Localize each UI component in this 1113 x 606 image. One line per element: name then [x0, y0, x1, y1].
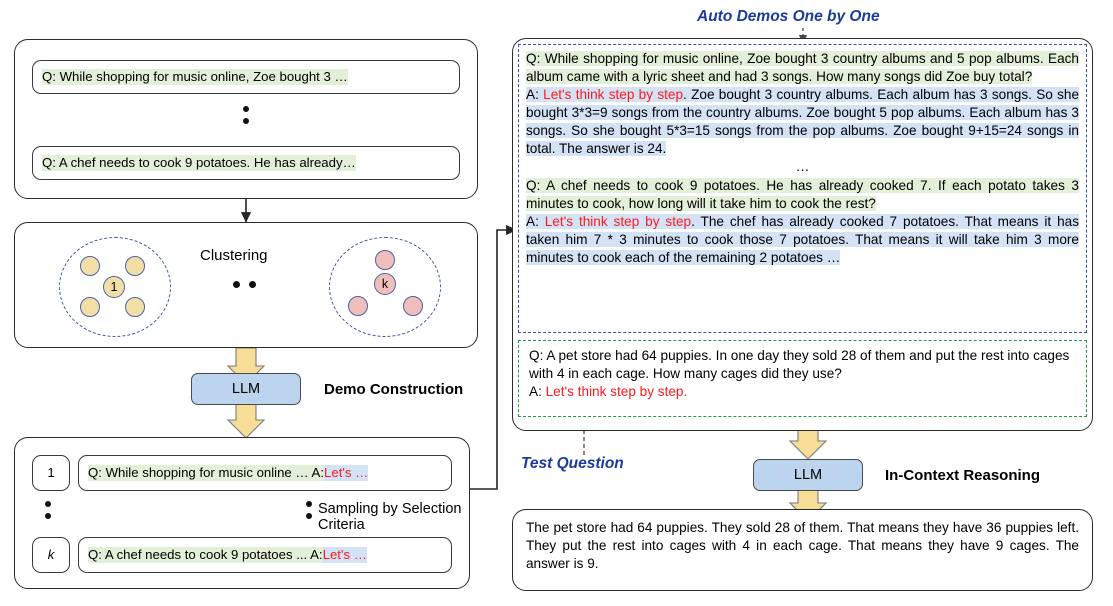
questions-pool-box: Q: While shopping for music online, Zoe …: [14, 39, 478, 199]
question-chip-text: Q: A chef needs to cook 9 potatoes. He h…: [42, 154, 356, 172]
cluster-k-label: k: [381, 277, 389, 291]
sample-row-question: Q: A chef needs to cook 9 potatoes ... A…: [88, 546, 323, 564]
demo-answer: A: Let's think step by step. Zoe bought …: [526, 86, 1080, 158]
demo-question-text: Q: A chef needs to cook 9 potatoes. He h…: [526, 177, 1079, 211]
clustering-box: 1 k Clustering: [14, 222, 478, 348]
auto-demos-box: Q: While shopping for music online, Zoe …: [518, 44, 1087, 333]
cluster-1-point: [80, 256, 100, 276]
cluster-k-point: [403, 296, 423, 316]
diagram-canvas: Q: While shopping for music online, Zoe …: [0, 0, 1113, 606]
model-output-text: The pet store had 64 puppies. They sold …: [526, 520, 1079, 572]
test-question-text: Q: A pet store had 64 puppies. In one da…: [529, 348, 1070, 382]
demo-question: Q: A chef needs to cook 9 potatoes. He h…: [526, 177, 1079, 213]
test-question-box: Q: A pet store had 64 puppies. In one da…: [518, 340, 1087, 417]
test-question-label: Test Question: [521, 455, 624, 472]
cluster-1-point: [80, 297, 100, 317]
cot-trigger: Let's think step by step: [543, 87, 684, 103]
sample-index-label: k: [47, 546, 55, 562]
cluster-k-point: [375, 250, 395, 270]
llm-box-in-context-reasoning[interactable]: LLM: [753, 459, 863, 491]
demo-question: Q: While shopping for music online, Zoe …: [526, 50, 1079, 86]
sample-row-answer: Let's …: [322, 546, 367, 564]
vertical-ellipsis: [243, 106, 249, 124]
model-output-box: The pet store had 64 puppies. They sold …: [512, 509, 1093, 591]
llm-label: LLM: [793, 467, 823, 483]
question-chip[interactable]: Q: A chef needs to cook 9 potatoes. He h…: [32, 146, 460, 180]
llm-label: LLM: [231, 381, 261, 397]
clustering-label: Clustering: [200, 247, 268, 264]
sample-row-chip[interactable]: Q: A chef needs to cook 9 potatoes ... A…: [78, 537, 452, 573]
demo-separator-ellipsis: …: [795, 158, 810, 175]
cot-trigger: Let's think step by step: [544, 214, 692, 230]
cluster-1-point: [125, 297, 145, 317]
cluster-1-label: 1: [110, 280, 118, 294]
test-answer-line: A: Let's think step by step.: [529, 384, 688, 400]
cluster-k-centroid: k: [374, 273, 396, 295]
sample-row-answer: Let's …: [324, 464, 369, 482]
cluster-ellipsis: [233, 281, 256, 288]
vertical-ellipsis: [45, 501, 51, 519]
cluster-1-centroid: 1: [103, 276, 125, 298]
yellow-arrow-llm-to-sampling: [226, 403, 266, 439]
demo-answer-text: A: Let's think step by step. Zoe bought …: [526, 87, 1080, 157]
sampling-criteria-label: Sampling by Selection Criteria: [318, 501, 462, 533]
in-context-reasoning-label: In-Context Reasoning: [885, 467, 1041, 484]
auto-demos-title: Auto Demos One by One: [697, 8, 880, 25]
demo-construction-label: Demo Construction: [324, 381, 464, 398]
cot-trigger: Let's think step by step.: [545, 384, 688, 400]
sample-index-chip: k: [32, 537, 70, 573]
demo-answer-text: A: Let's think step by step. The chef ha…: [526, 214, 1079, 266]
llm-box-demo-construction[interactable]: LLM: [191, 373, 301, 405]
question-chip[interactable]: Q: While shopping for music online, Zoe …: [32, 60, 460, 94]
demo-answer: A: Let's think step by step. The chef ha…: [526, 213, 1079, 267]
demo-question-text: Q: While shopping for music online, Zoe …: [526, 51, 1079, 85]
cluster-k-point: [348, 296, 368, 316]
sample-index-chip: 1: [32, 455, 70, 491]
cluster-1-point: [125, 256, 145, 276]
vertical-ellipsis: [306, 501, 312, 519]
sample-row-question: Q: While shopping for music online … A:: [88, 464, 325, 482]
sampling-box: 1 Q: While shopping for music online … A…: [14, 437, 470, 589]
sample-index-label: 1: [47, 464, 55, 480]
question-chip-text: Q: While shopping for music online, Zoe …: [42, 68, 348, 86]
sample-row-chip[interactable]: Q: While shopping for music online … A: …: [78, 455, 452, 491]
